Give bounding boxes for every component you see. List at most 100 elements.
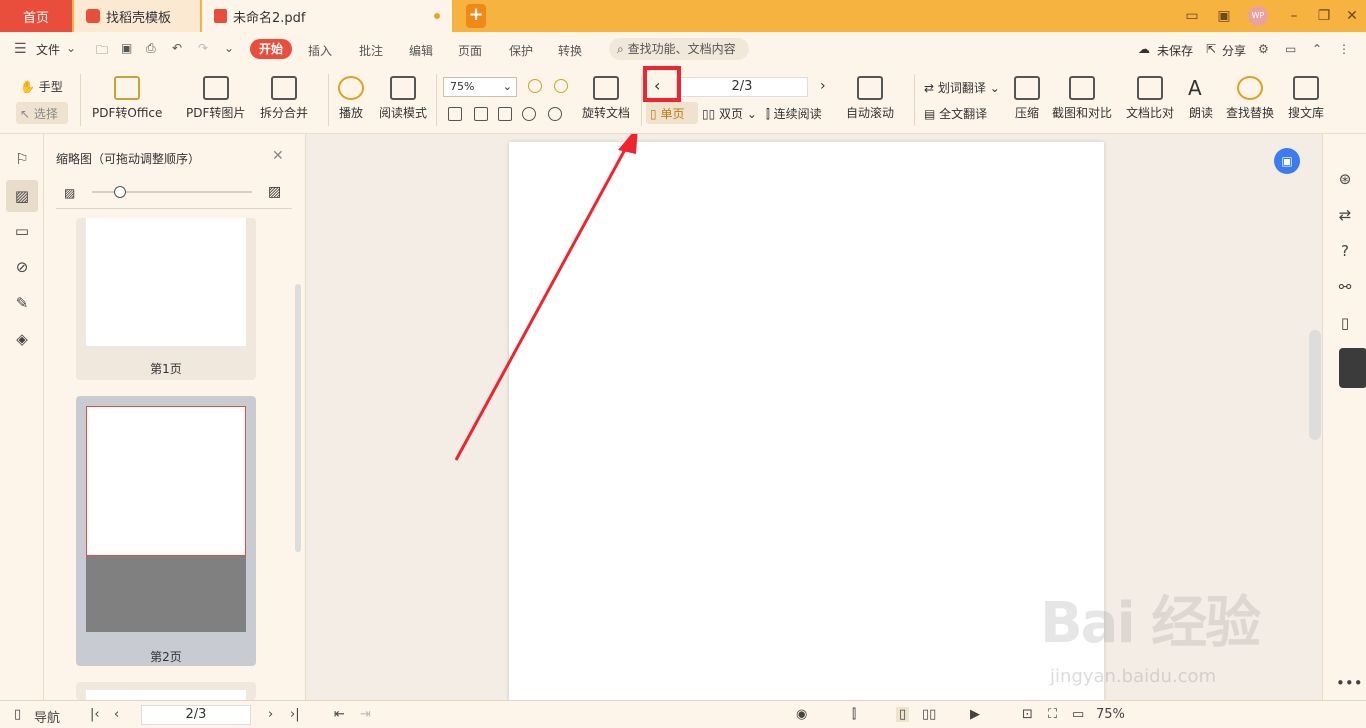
actual-size-icon[interactable]: ⊡ xyxy=(1022,707,1033,722)
more-icon[interactable]: ⋮ xyxy=(1338,42,1350,56)
more-icon[interactable]: ••• xyxy=(1336,674,1363,692)
continuous-read-button[interactable]: ⫿ 连续阅读 xyxy=(766,105,822,122)
print-icon[interactable]: ⎙ xyxy=(146,41,156,56)
fit-page-icon[interactable] xyxy=(474,107,488,121)
read-aloud-button[interactable]: A 朗读 xyxy=(1188,76,1214,121)
thumbnail-page-1[interactable]: 第1页 xyxy=(76,218,256,380)
bookmark-icon[interactable]: ⚐ xyxy=(13,150,31,168)
pdf-to-office-button[interactable]: PDF转Office xyxy=(92,76,162,121)
select-tool[interactable]: ↖ 选择 xyxy=(16,102,68,124)
actual-size-icon[interactable] xyxy=(448,107,462,121)
close-icon[interactable]: ✕ xyxy=(272,148,284,164)
fit-width-icon[interactable]: ▭ xyxy=(1072,707,1084,722)
next-page-button[interactable]: › xyxy=(820,78,826,94)
thumbnail-page-2[interactable]: 第2页 xyxy=(76,396,256,666)
menu-file[interactable]: 文件 xyxy=(36,41,60,58)
thumbnail-page-3[interactable] xyxy=(76,682,256,700)
nav-label[interactable]: 导航 xyxy=(34,707,60,726)
search-input[interactable]: ⌕ 查找功能、文档内容 xyxy=(609,38,749,60)
double-view-icon[interactable]: ▯▯ xyxy=(922,707,936,722)
search-library-button[interactable]: 搜文库 xyxy=(1288,76,1324,121)
tab-document[interactable]: 未命名2.pdf xyxy=(202,0,452,32)
menu-start[interactable]: 开始 xyxy=(250,39,292,59)
maximize-icon[interactable]: ❐ xyxy=(1314,6,1334,26)
back-icon[interactable]: ⇤ xyxy=(334,707,345,722)
zoom-out-icon[interactable] xyxy=(528,79,542,93)
double-page-button[interactable]: ▯▯ 双页 ⌄ xyxy=(702,105,757,122)
signature-icon[interactable]: ✎ xyxy=(13,294,31,312)
collapse-icon[interactable]: ⌃ xyxy=(1312,42,1322,56)
settings-icon[interactable]: ⚙ xyxy=(1258,42,1269,56)
redo-icon[interactable]: ↷ xyxy=(198,41,208,55)
comment-icon[interactable]: ▭ xyxy=(1285,42,1296,56)
undo-icon[interactable]: ↶ xyxy=(172,41,182,55)
open-folder-icon[interactable]: 🗀 xyxy=(96,41,108,62)
single-page-button[interactable]: ▯ 单页 xyxy=(646,102,698,124)
hand-tool[interactable]: ✋ 手型 xyxy=(20,78,63,95)
zoom-in-icon[interactable] xyxy=(554,79,568,93)
eye-icon[interactable]: ◉ xyxy=(796,707,807,722)
new-tab-button[interactable]: + xyxy=(466,4,486,28)
chevron-down-icon[interactable]: ⌄ xyxy=(66,41,76,55)
find-replace-button[interactable]: 查找替换 xyxy=(1226,76,1274,121)
slider-handle[interactable] xyxy=(114,186,126,198)
nav-panel-icon[interactable]: ▯ xyxy=(14,707,21,722)
attachment-icon[interactable]: ⊘ xyxy=(13,258,31,276)
fit-page-icon[interactable]: ⛶ xyxy=(1048,707,1057,722)
floating-tool-icon[interactable]: ▣ xyxy=(1274,148,1300,174)
save-icon[interactable]: ▣ xyxy=(121,41,132,55)
tab-home[interactable]: 首页 xyxy=(0,0,72,32)
full-translate-button[interactable]: ▤ 全文翻译 xyxy=(924,105,987,122)
split-merge-button[interactable]: 拆分合并 xyxy=(260,76,308,121)
page-number-input[interactable]: 2/3 xyxy=(676,77,808,97)
help-icon[interactable]: ? xyxy=(1336,242,1354,260)
doc-compare-button[interactable]: 文档比对 xyxy=(1126,76,1174,121)
screenshot-compare-button[interactable]: 截图和对比 xyxy=(1052,76,1112,121)
next-page-icon[interactable]: › xyxy=(268,707,273,722)
last-page-icon[interactable]: ›| xyxy=(290,707,300,722)
minimize-icon[interactable]: – xyxy=(1284,6,1304,26)
share-button[interactable]: 分享 xyxy=(1222,42,1246,59)
zoom-select[interactable]: 75% ⌄ xyxy=(443,77,517,97)
menu-convert[interactable]: 转换 xyxy=(558,42,582,59)
adjust-icon[interactable]: ⚯ xyxy=(1336,278,1354,296)
first-page-icon[interactable]: |‹ xyxy=(90,707,100,722)
vertical-scrollbar[interactable] xyxy=(1309,330,1321,440)
menu-insert[interactable]: 插入 xyxy=(308,42,332,59)
pdf-to-image-button[interactable]: PDF转图片 xyxy=(186,76,245,121)
avatar[interactable]: WP xyxy=(1248,6,1268,26)
read-mode-button[interactable]: 阅读模式 xyxy=(379,76,427,121)
tab-template[interactable]: 找稻壳模板 xyxy=(74,0,200,32)
unsaved-status[interactable]: 未保存 xyxy=(1157,42,1193,59)
forward-icon[interactable]: ⇥ xyxy=(360,707,371,722)
close-icon[interactable]: ✕ xyxy=(1342,6,1362,26)
thumbnail-icon[interactable]: ▨ xyxy=(6,180,38,212)
hamburger-icon[interactable]: ☰ xyxy=(14,41,27,57)
rotate-left-icon[interactable] xyxy=(522,107,536,121)
continuous-view-icon[interactable]: ⫿ xyxy=(852,707,856,722)
status-page-input[interactable]: 2/3 xyxy=(141,705,251,725)
fit-width-icon[interactable] xyxy=(498,107,512,121)
more-chevron-icon[interactable]: ⌄ xyxy=(224,41,234,55)
side-panel-toggle[interactable] xyxy=(1339,348,1366,388)
menu-annotate[interactable]: 批注 xyxy=(359,42,383,59)
play-button[interactable]: 播放 xyxy=(338,76,364,121)
single-view-icon[interactable]: ▯ xyxy=(896,707,910,722)
compress-button[interactable]: 压缩 xyxy=(1014,76,1040,121)
menu-page[interactable]: 页面 xyxy=(458,42,482,59)
ai-icon[interactable]: ⊛ xyxy=(1336,170,1354,188)
menu-protect[interactable]: 保护 xyxy=(509,42,533,59)
prev-page-icon[interactable]: ‹ xyxy=(114,707,119,722)
rotate-right-icon[interactable] xyxy=(548,107,562,121)
play-icon[interactable]: ▶ xyxy=(970,707,980,722)
convert-icon[interactable]: ⇄ xyxy=(1336,206,1354,224)
word-translate-button[interactable]: ⇄ 划词翻译 ⌄ xyxy=(924,79,1000,96)
rotate-document-button[interactable]: 旋转文档 xyxy=(582,76,630,121)
layout-icon[interactable]: ▭ xyxy=(1182,6,1202,26)
read-icon[interactable]: ▯ xyxy=(1336,314,1354,332)
menu-edit[interactable]: 编辑 xyxy=(409,42,433,59)
skin-icon[interactable]: ▣ xyxy=(1214,6,1234,26)
auto-scroll-button[interactable]: 自动滚动 xyxy=(846,76,894,121)
thumbnail-scrollbar[interactable] xyxy=(295,284,301,552)
comment-icon[interactable]: ▭ xyxy=(13,222,31,240)
